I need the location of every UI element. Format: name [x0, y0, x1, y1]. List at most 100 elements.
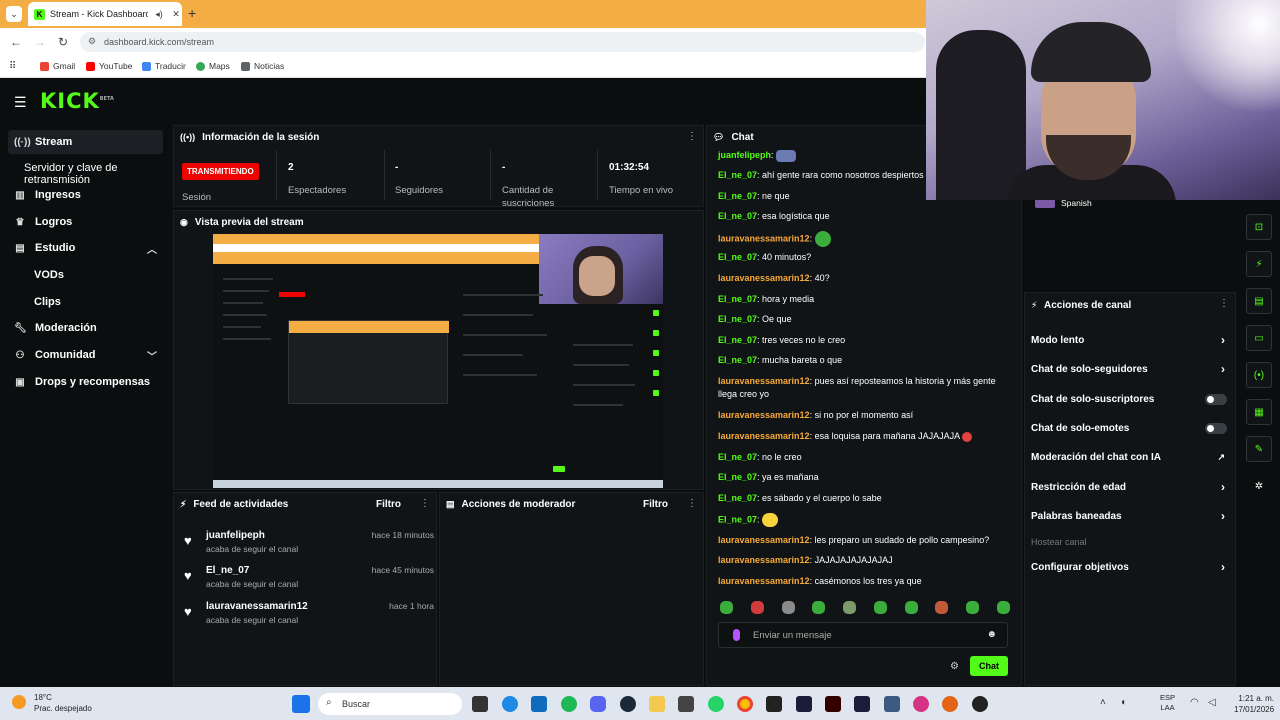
rail-button[interactable]: ⊡ — [1246, 214, 1272, 240]
sidebar-item-clips[interactable]: Clips — [34, 296, 61, 308]
taskbar-search[interactable]: ⌕ Buscar — [318, 693, 462, 715]
channel-actions-options-icon[interactable]: ⋮ — [1219, 298, 1229, 309]
emote-icon[interactable] — [935, 601, 949, 614]
app-icon[interactable] — [972, 696, 988, 712]
instagram-icon[interactable] — [913, 696, 929, 712]
tab-list-dropdown-icon[interactable]: ⌄ — [6, 6, 22, 22]
webcam-overlay — [926, 0, 1280, 200]
browser-tab[interactable]: K Stream - Kick Dashboard ◂) ✕ — [28, 2, 182, 26]
sidebar-item-vods[interactable]: VODs — [34, 269, 64, 281]
discord-icon[interactable] — [590, 696, 606, 712]
stream-preview-video[interactable] — [213, 234, 663, 488]
premiere-alt-icon[interactable] — [854, 696, 870, 712]
bookmark-youtube[interactable]: YouTube — [86, 61, 132, 71]
sidebar-item-estudio[interactable]: ▤ Estudio ︿ — [8, 236, 163, 260]
store-icon[interactable] — [531, 696, 547, 712]
emote-icon[interactable] — [750, 601, 764, 614]
url-bar[interactable]: ⚙ dashboard.kick.com/stream — [80, 32, 925, 52]
edge-icon[interactable] — [502, 696, 518, 712]
sidebar-item-logros[interactable]: ♛ Logros — [8, 210, 163, 234]
folder-icon[interactable] — [649, 696, 665, 712]
sidebar-item-stream[interactable]: ((·)) Stream — [8, 130, 163, 154]
apps-grid-icon[interactable]: ⠿ — [9, 61, 16, 72]
sidebar-item-moderacion[interactable]: 🔧︎ Moderación — [8, 316, 163, 340]
emoji-picker-icon[interactable]: ☻ — [986, 629, 997, 640]
emote-icon[interactable] — [812, 601, 826, 614]
action-age-restriction[interactable]: Restricción de edad › — [1031, 480, 1229, 494]
clock[interactable]: 1:21 a. m. 17/01/2026 — [1234, 693, 1274, 715]
site-info-icon[interactable]: ⚙ — [88, 36, 96, 47]
microphone-icon[interactable] — [733, 629, 740, 641]
rail-button[interactable]: ▦ — [1246, 399, 1272, 425]
emotes-only-toggle[interactable] — [1205, 423, 1227, 434]
menu-icon[interactable]: ☰ — [14, 94, 27, 111]
bookmark-traducir[interactable]: Traducir — [142, 61, 186, 71]
rail-button[interactable]: ✎ — [1246, 436, 1272, 462]
sidebar-item-drops[interactable]: ▣ Drops y recompensas — [8, 370, 163, 394]
action-ai-moderation[interactable]: Moderación del chat con IA ↗ — [1031, 452, 1229, 463]
obs-icon[interactable] — [766, 696, 782, 712]
rail-button[interactable]: ✲ — [1246, 473, 1272, 499]
new-tab-button[interactable]: + — [188, 5, 196, 21]
chat-settings-icon[interactable]: ⚙ — [950, 661, 959, 672]
action-configure-goals[interactable]: Configurar objetivos › — [1031, 560, 1229, 574]
mod-filter-button[interactable]: Filtro — [643, 499, 668, 510]
weather-widget[interactable]: 18°C Prac. despejado — [34, 692, 92, 714]
back-icon[interactable]: ← — [10, 35, 22, 49]
app-icon[interactable] — [678, 696, 694, 712]
illustrator-icon[interactable] — [825, 696, 841, 712]
rail-button[interactable]: (•) — [1246, 362, 1272, 388]
steam-icon[interactable] — [620, 696, 636, 712]
forward-icon[interactable]: → — [34, 35, 46, 49]
reload-icon[interactable]: ↻ — [58, 35, 68, 49]
rail-button[interactable]: ⚡︎ — [1246, 251, 1272, 277]
bookmark-maps[interactable]: Maps — [196, 61, 230, 71]
maps-icon — [196, 61, 205, 71]
app-icon[interactable] — [942, 696, 958, 712]
mod-options-icon[interactable]: ⋮ — [687, 498, 697, 509]
chat-message-input[interactable]: Enviar un mensaje ☻ — [718, 622, 1008, 648]
sidebar-item-comunidad[interactable]: ⚇ Comunidad ﹀ — [8, 343, 163, 367]
davinci-icon[interactable] — [884, 696, 900, 712]
emote-icon[interactable] — [873, 601, 887, 614]
stat-live-time: 01:32:54 Tiempo en vivo — [609, 162, 674, 196]
chrome-icon[interactable] — [737, 696, 753, 712]
bookmark-gmail[interactable]: Gmail — [40, 61, 75, 71]
kick-logo[interactable]: KICKBETA — [40, 89, 114, 113]
feed-filter-button[interactable]: Filtro — [376, 499, 401, 510]
rail-button[interactable]: ▤ — [1246, 288, 1272, 314]
feed-options-icon[interactable]: ⋮ — [420, 498, 430, 509]
whatsapp-icon[interactable] — [708, 696, 724, 712]
puzzle-icon: ✲ — [1254, 480, 1264, 492]
action-host-channel[interactable]: Hostear canal — [1031, 537, 1229, 547]
rail-button[interactable]: ▭ — [1246, 325, 1272, 351]
emote-icon[interactable] — [781, 601, 795, 614]
wifi-icon[interactable]: ◠ — [1190, 697, 1199, 708]
chat-send-button[interactable]: Chat — [970, 656, 1008, 676]
action-slow-mode[interactable]: Modo lento › — [1031, 333, 1229, 347]
microphone-icon[interactable]: ◖ — [1120, 697, 1126, 708]
keyboard-language[interactable]: ESP LAA — [1160, 693, 1175, 713]
sidebar-item-ingresos[interactable]: ▥ Ingresos — [8, 183, 163, 207]
action-followers-only[interactable]: Chat de solo-seguidores › — [1031, 362, 1229, 376]
tab-close-icon[interactable]: ✕ — [170, 9, 182, 20]
tab-audio-icon[interactable]: ◂) — [153, 9, 165, 20]
session-options-icon[interactable]: ⋮ — [687, 131, 697, 142]
subs-only-toggle[interactable] — [1205, 394, 1227, 405]
spotify-icon[interactable] — [561, 696, 577, 712]
webcam-light — [1176, 0, 1280, 120]
emote-icon[interactable] — [843, 601, 857, 614]
action-banned-words[interactable]: Palabras baneadas › — [1031, 509, 1229, 523]
emote-icon[interactable] — [720, 601, 733, 614]
emote-icon[interactable] — [996, 601, 1010, 614]
tray-chevron-icon[interactable]: ˄ — [1100, 697, 1106, 708]
bolt-icon: ⚡︎ — [180, 498, 187, 509]
preview-line — [573, 364, 629, 366]
emote-icon[interactable] — [904, 601, 918, 614]
windows-start-icon[interactable] — [292, 695, 310, 713]
bookmark-noticias[interactable]: Noticias — [241, 61, 284, 71]
task-view-icon[interactable] — [472, 696, 488, 712]
volume-icon[interactable]: ◁ — [1208, 697, 1216, 708]
emote-icon[interactable] — [966, 601, 980, 614]
premiere-icon[interactable] — [796, 696, 812, 712]
